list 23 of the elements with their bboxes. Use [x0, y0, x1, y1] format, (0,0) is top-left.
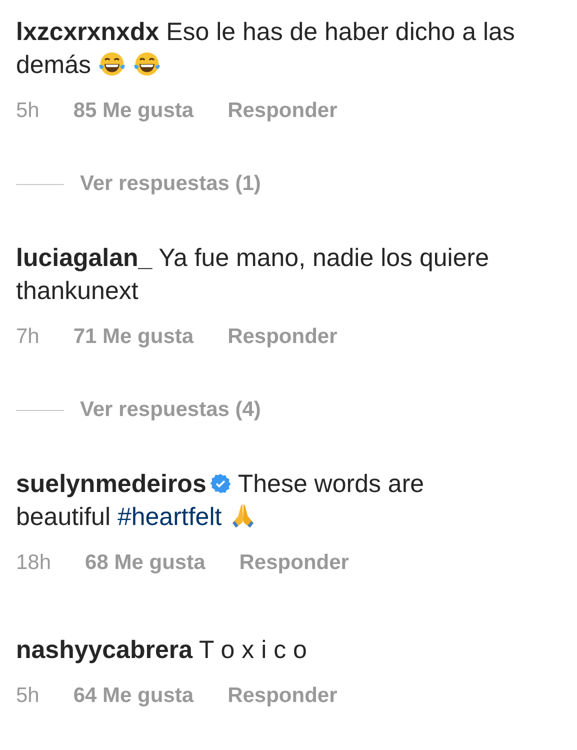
username-link[interactable]: luciagalan_ — [16, 244, 152, 272]
comment-text: suelynmedeiros These words are beautiful #heartfelt — [16, 469, 426, 533]
comment-text: nashyycabrera T o x i c o — [16, 635, 308, 666]
reply-link[interactable]: Responder — [228, 683, 338, 709]
view-replies-link[interactable]: Ver respuestas (4) — [80, 397, 261, 423]
likes-count[interactable]: 71 Me gusta — [73, 324, 194, 350]
comment-text: lxzcxrxnxdx Eso le has de haber dicho a las demás — [16, 17, 516, 81]
likes-count[interactable]: 64 Me gusta — [73, 683, 194, 709]
username-link[interactable]: suelynmedeiros — [16, 470, 206, 498]
view-replies-link[interactable]: Ver respuestas (1) — [80, 171, 261, 197]
comment-time: 5h — [16, 683, 40, 709]
username-link[interactable]: lxzcxrxnxdx — [16, 18, 160, 46]
comment-time: 5h — [16, 98, 40, 124]
comment-time: 7h — [16, 324, 40, 350]
reply-link[interactable]: Responder — [228, 98, 338, 124]
likes-count[interactable]: 85 Me gusta — [73, 98, 194, 124]
username-link[interactable]: nashyycabrera — [16, 636, 193, 664]
likes-count[interactable]: 68 Me gusta — [85, 550, 206, 576]
reply-link[interactable]: Responder — [228, 324, 338, 350]
reply-link[interactable]: Responder — [239, 550, 349, 576]
comment-text: luciagalan_ Ya fue mano, nadie los quiere thankunext — [16, 243, 490, 307]
comment-time: 18h — [16, 550, 52, 576]
hashtag-link[interactable]: #heartfelt — [117, 503, 222, 531]
